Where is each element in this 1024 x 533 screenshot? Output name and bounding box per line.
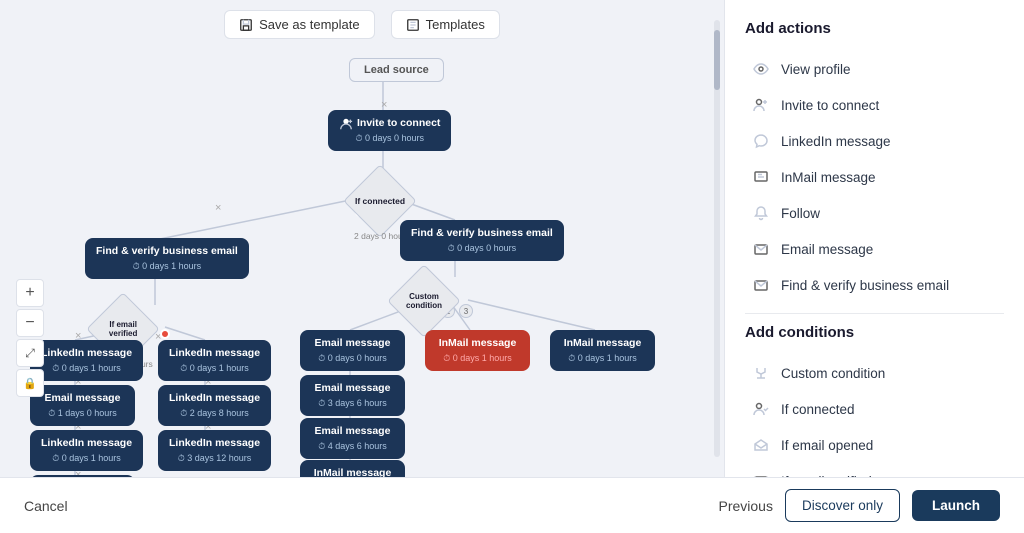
invite-connect-label: Invite to connect [781,98,879,113]
zoom-controls: + − ⤢ 🔒 [16,279,44,397]
mail-open-icon [751,435,771,455]
find-verify-left-node[interactable]: Find & verify business email ⏱ 0 days 1 … [85,238,249,279]
eye-icon [751,59,771,79]
mail-icon [751,239,771,259]
fit-button[interactable]: ⤢ [16,339,44,367]
condition-if-email-opened[interactable]: If email opened [745,427,1004,463]
launch-button[interactable]: Launch [912,490,1000,521]
linkedin-message-label: LinkedIn message [781,134,891,149]
canvas-area: Save as template Templates [0,0,724,477]
inmail-flow2-node[interactable]: InMail message ⏱ 0 days 1 hours [550,330,655,371]
li-msg-2-node[interactable]: LinkedIn message ⏱ 0 days 1 hours [158,340,271,381]
view-profile-label: View profile [781,62,851,77]
action-linkedin-message[interactable]: LinkedIn message [745,123,1004,159]
condition-custom[interactable]: Custom condition [745,355,1004,391]
invite-to-connect-node[interactable]: Invite to connect ⏱ 0 days 0 hours [328,110,451,151]
add-actions-title: Add actions [745,20,1004,37]
email-msg-1-node[interactable]: Email message ⏱ 1 days 0 hours [30,385,135,426]
li-msg-5-node[interactable]: LinkedIn message ⏱ 0 days 1 hours [30,430,143,471]
action-find-verify[interactable]: Find & verify business email [745,267,1004,303]
email-flow2-node[interactable]: Email message ⏱ 3 days 6 hours [300,375,405,416]
inmail-flow3-node[interactable]: InMail message ⏱ 3 days 2 hours [300,460,405,477]
section-divider [745,313,1004,314]
inmail-flow1-node[interactable]: InMail message ⏱ 0 days 1 hours [425,330,530,371]
zoom-out-button[interactable]: − [16,309,44,337]
action-inmail-message[interactable]: InMail message [745,159,1004,195]
right-panel: Add actions View profile Invite to conne… [724,0,1024,477]
action-invite-connect[interactable]: Invite to connect [745,87,1004,123]
action-email-message[interactable]: Email message [745,231,1004,267]
li-msg-3-node[interactable]: LinkedIn message ⏱ 2 days 8 hours [158,385,271,426]
footer-right: Previous Discover only Launch [718,489,1000,522]
person-check-icon [751,399,771,419]
custom-condition-diamond[interactable]: Customcondition [398,275,450,327]
lead-source-node: Lead source [349,58,444,82]
if-email-opened-label: If email opened [781,438,873,453]
if-connected-label: If connected [781,402,855,417]
footer: Cancel Previous Discover only Launch [0,477,1024,533]
discover-only-button[interactable]: Discover only [785,489,900,522]
find-verify-label: Find & verify business email [781,278,949,293]
find-verify-right-node[interactable]: Find & verify business email ⏱ 0 days 0 … [400,220,564,261]
branch-icon [751,363,771,383]
num-badge-3: 3 [459,304,473,318]
cancel-button[interactable]: Cancel [24,498,68,514]
condition-if-email-verified[interactable]: If email verified [745,463,1004,477]
canvas-toolbar: Save as template Templates [0,0,724,49]
templates-button[interactable]: Templates [391,10,500,39]
dot-red-2 [160,329,170,339]
email-message-label: Email message [781,242,873,257]
email-msg-bottom-node[interactable]: Email message ⏱ 0 days 0 hours [30,475,135,477]
flow-canvas: Lead source × × × × × × × × × × × × × × … [0,40,724,477]
main-container: Save as template Templates [0,0,1024,477]
message-square-icon [751,167,771,187]
person-plus-icon [751,95,771,115]
li-msg-4-node[interactable]: LinkedIn message ⏱ 3 days 12 hours [158,430,271,471]
scrollbar[interactable] [714,20,720,457]
previous-button[interactable]: Previous [718,498,772,514]
mail-search-icon [751,275,771,295]
email-flow1-node[interactable]: Email message ⏱ 0 days 0 hours [300,330,405,371]
save-as-template-button[interactable]: Save as template [224,10,374,39]
bell-icon [751,203,771,223]
if-connected-diamond[interactable]: If connected 2 days 0 hours [354,175,406,227]
custom-condition-label: Custom condition [781,366,885,381]
lock-button[interactable]: 🔒 [16,369,44,397]
x-mark-3[interactable]: × [215,203,221,214]
message-circle-icon [751,131,771,151]
add-conditions-title: Add conditions [745,324,1004,341]
inmail-message-label: InMail message [781,170,876,185]
follow-label: Follow [781,206,820,221]
condition-if-connected[interactable]: If connected [745,391,1004,427]
action-follow[interactable]: Follow [745,195,1004,231]
action-view-profile[interactable]: View profile [745,51,1004,87]
zoom-in-button[interactable]: + [16,279,44,307]
email-flow3-node[interactable]: Email message ⏱ 4 days 6 hours [300,418,405,459]
li-msg-1-node[interactable]: LinkedIn message ⏱ 0 days 1 hours [30,340,143,381]
